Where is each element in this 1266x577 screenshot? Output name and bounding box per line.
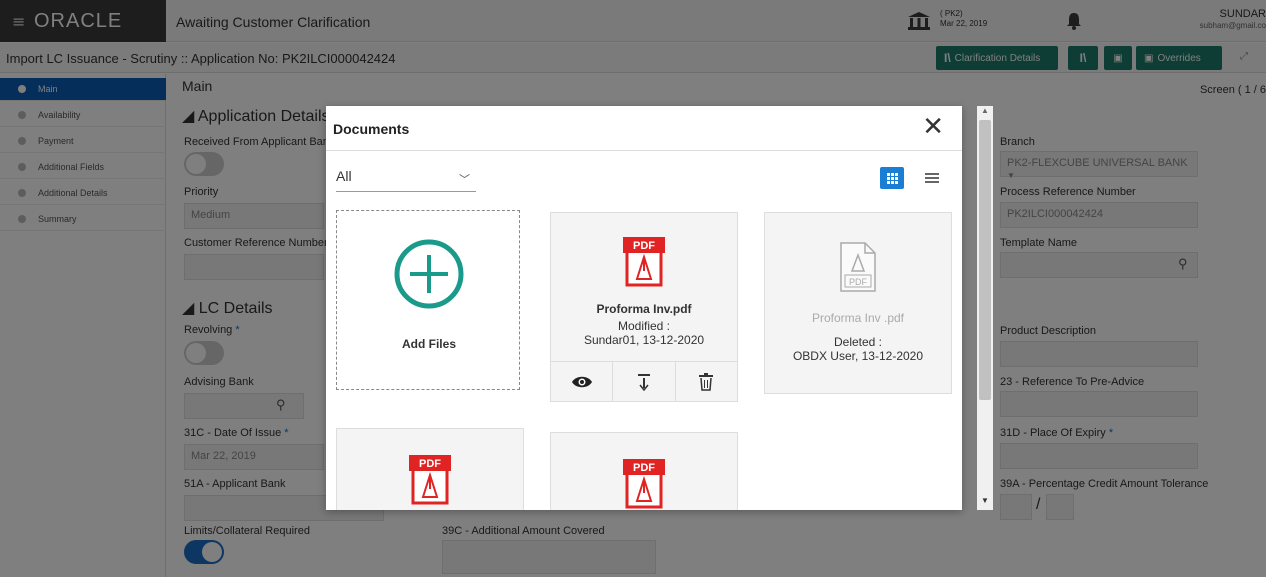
document-name: Proforma Inv .pdf xyxy=(811,311,905,325)
download-button[interactable] xyxy=(613,362,676,401)
filter-value: All xyxy=(336,168,352,184)
document-deleted-by: OBDX User, 13-12-2020 xyxy=(792,349,924,363)
documents-modal: Documents ✕ All ﹀ Add Files PDF Proforma… xyxy=(326,106,962,510)
pdf-badge-text: PDF xyxy=(633,462,655,474)
scrollbar-thumb[interactable] xyxy=(979,120,991,400)
modal-divider xyxy=(326,150,962,151)
scroll-up-icon[interactable]: ▲ xyxy=(981,106,989,115)
chevron-down-icon: ﹀ xyxy=(459,173,470,186)
document-card[interactable]: PDF xyxy=(336,428,524,510)
pdf-file-icon: PDF xyxy=(623,459,665,509)
document-card[interactable]: PDF xyxy=(550,432,738,510)
view-button[interactable] xyxy=(551,362,614,401)
add-files-label: Add Files xyxy=(401,337,456,351)
pdf-badge-text: PDF xyxy=(419,458,441,470)
pdf-file-icon: PDF xyxy=(409,455,451,505)
document-modified-by: Sundar01, 13-12-2020 xyxy=(583,333,705,347)
modal-title: Documents xyxy=(333,121,410,137)
document-card[interactable]: PDF Proforma Inv .pdf Deleted : OBDX Use… xyxy=(764,212,952,394)
document-filter-select[interactable]: All ﹀ xyxy=(336,168,476,192)
grid-view-icon[interactable] xyxy=(880,167,904,189)
document-actions xyxy=(551,361,737,401)
add-files-card[interactable]: Add Files xyxy=(336,210,520,390)
list-view-icon[interactable] xyxy=(920,169,944,187)
document-name: Proforma Inv.pdf xyxy=(596,302,692,316)
download-icon xyxy=(637,373,650,391)
add-circle-icon xyxy=(394,239,464,309)
delete-button[interactable] xyxy=(676,362,737,401)
document-card[interactable]: PDF Proforma Inv.pdf Modified : Sundar01… xyxy=(550,212,738,402)
pdf-badge-text: PDF xyxy=(849,277,868,287)
document-status: Modified : xyxy=(617,319,671,333)
close-icon[interactable]: ✕ xyxy=(922,114,944,140)
trash-icon xyxy=(699,372,714,391)
scroll-down-icon[interactable]: ▼ xyxy=(981,496,989,505)
pdf-file-icon: PDF xyxy=(623,237,665,287)
eye-icon xyxy=(571,376,592,387)
pdf-file-icon-disabled: PDF xyxy=(840,242,876,292)
document-status: Deleted : xyxy=(833,335,883,349)
modal-scrollbar[interactable]: ▲ ▼ xyxy=(977,106,993,510)
pdf-badge-text: PDF xyxy=(633,240,655,252)
